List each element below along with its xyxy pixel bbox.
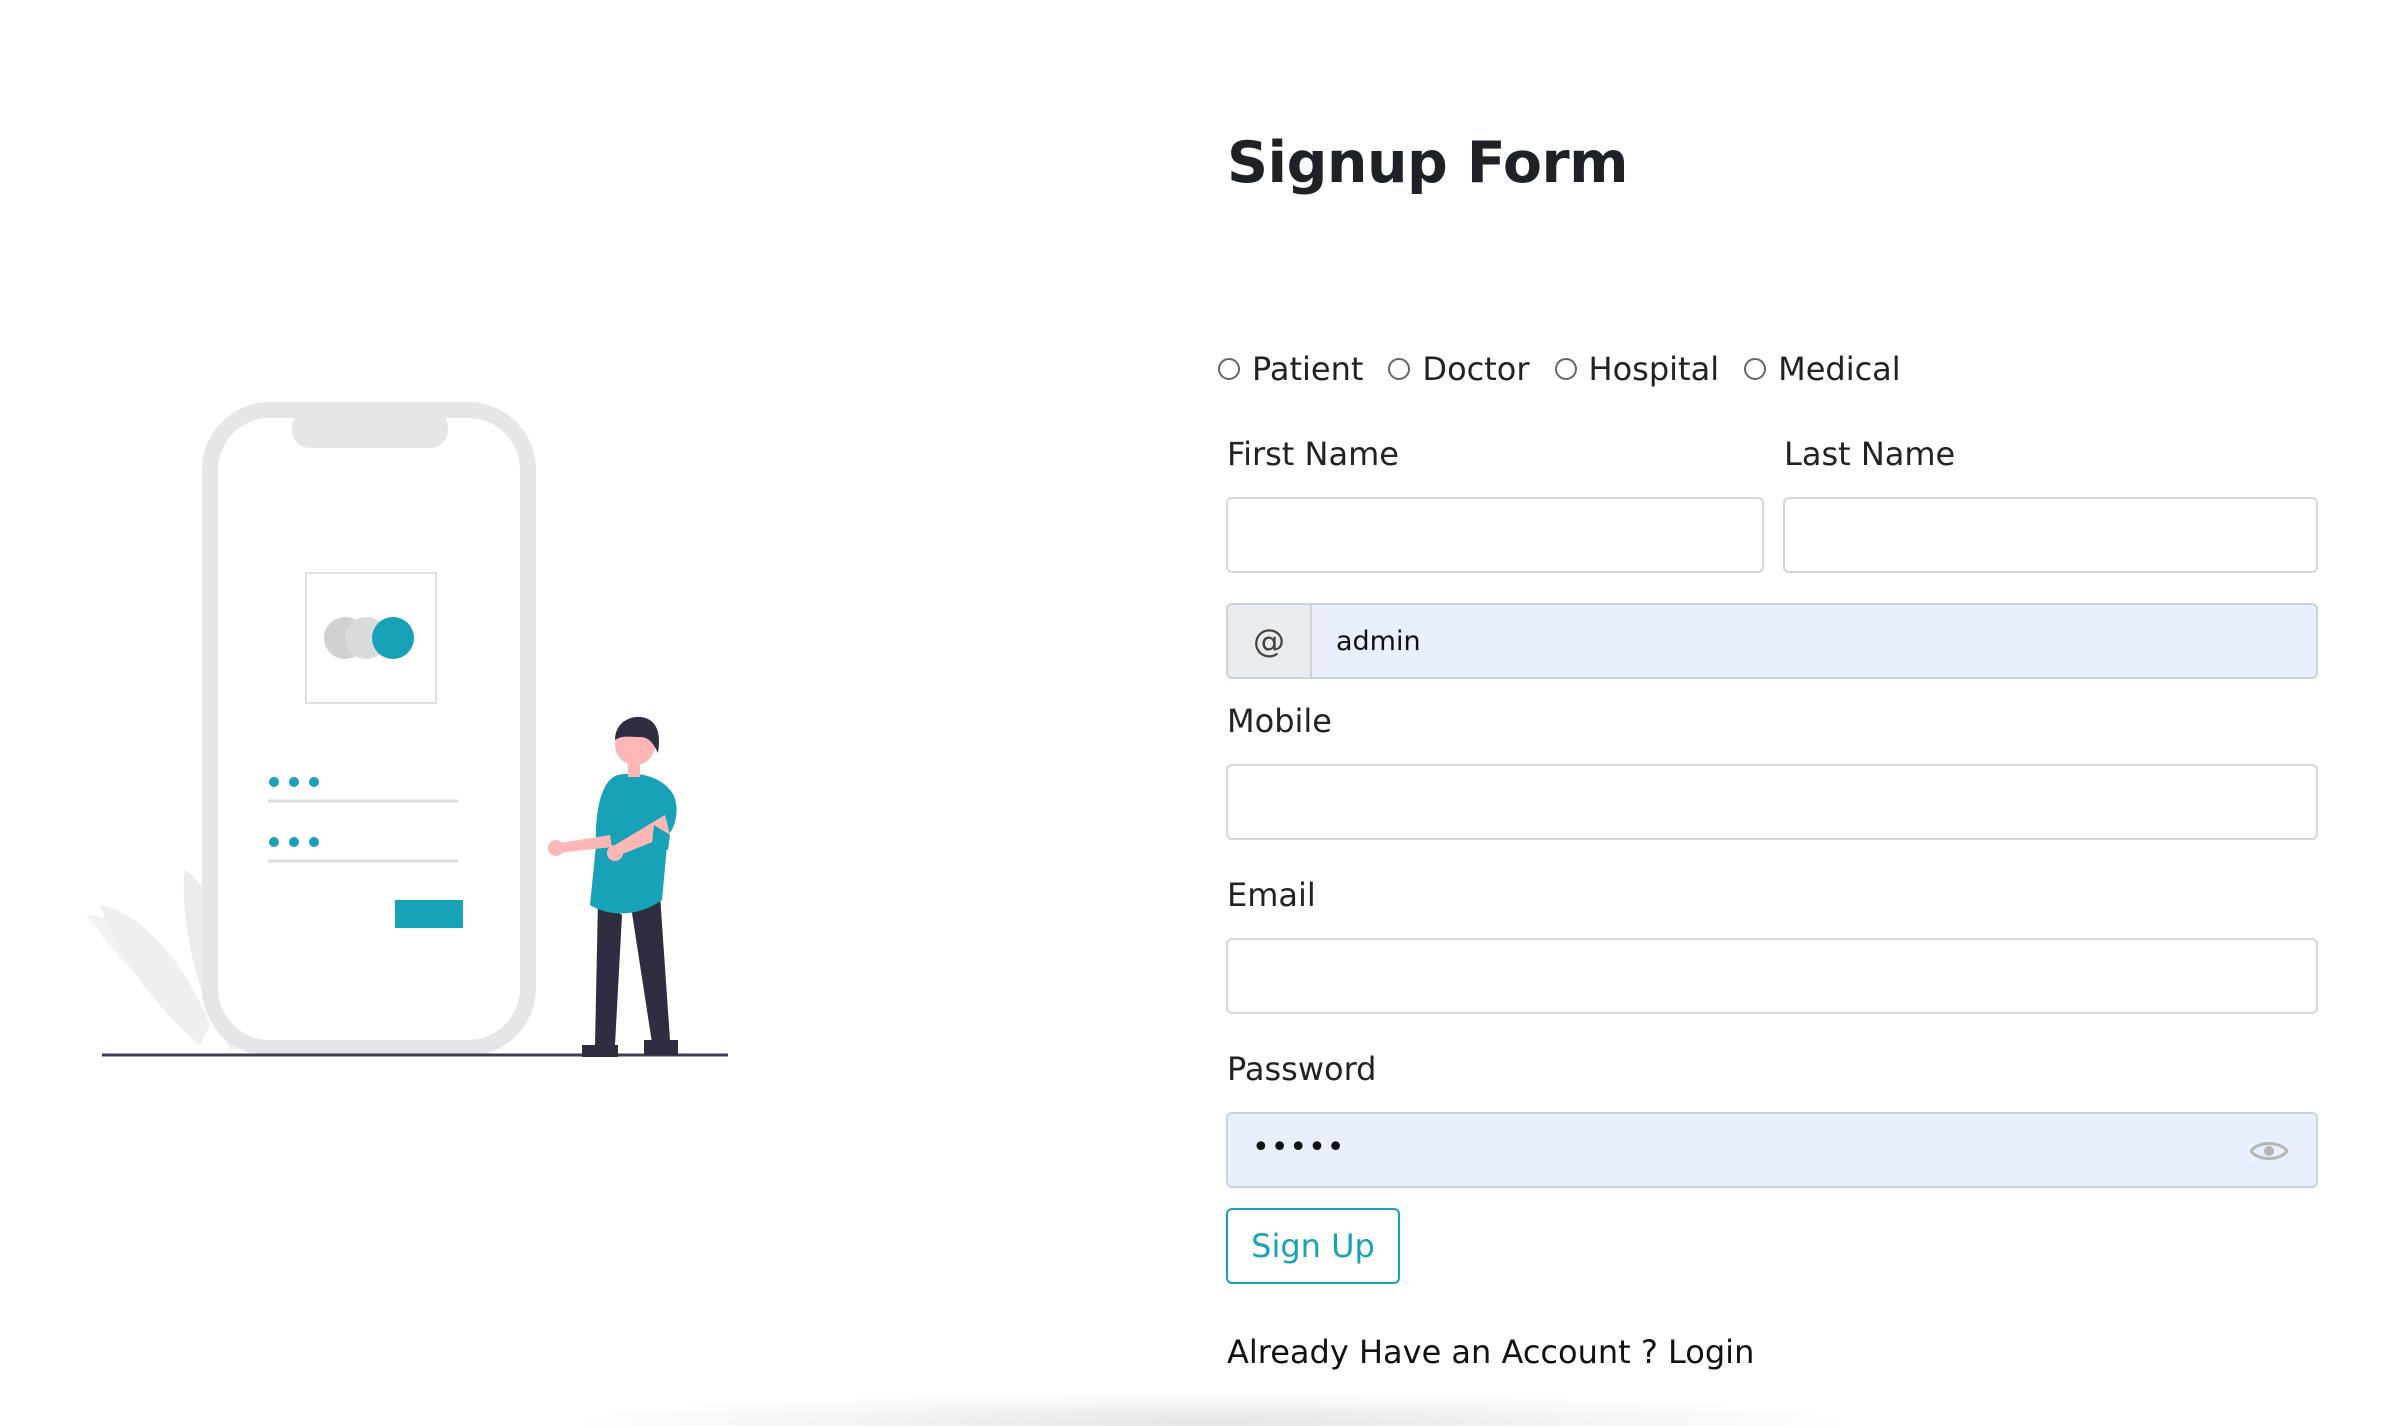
password-label: Password [1227, 1050, 1377, 1088]
radio-doctor[interactable] [1388, 358, 1411, 380]
mobile-label: Mobile [1227, 702, 1332, 740]
username-value: admin [1336, 625, 1421, 657]
role-label-medical: Medical [1778, 350, 1901, 388]
role-label-patient: Patient [1252, 350, 1364, 388]
signup-page: Signup Form Patient Doctor Hospital Medi… [0, 0, 2406, 1426]
mobile-input[interactable] [1226, 764, 2318, 840]
signup-illustration [70, 395, 740, 1065]
role-option-hospital[interactable]: Hospital [1554, 350, 1720, 388]
sign-up-button[interactable]: Sign Up [1226, 1208, 1400, 1284]
form-title: Signup Form [1227, 130, 1629, 196]
radio-hospital[interactable] [1554, 358, 1577, 380]
signup-form: Signup Form Patient Doctor Hospital Medi… [1218, 0, 2318, 1426]
password-value: ••••• [1252, 1130, 1346, 1165]
username-input[interactable]: admin [1310, 603, 2318, 679]
last-name-label: Last Name [1784, 435, 1956, 473]
eye-icon[interactable] [2250, 1138, 2288, 1164]
role-option-medical[interactable]: Medical [1744, 350, 1901, 388]
role-label-hospital: Hospital [1588, 350, 1720, 388]
role-option-patient[interactable]: Patient [1218, 350, 1363, 388]
phone-person-illustration [85, 402, 728, 1057]
email-input[interactable] [1226, 938, 2318, 1014]
password-input[interactable]: ••••• [1226, 1112, 2318, 1188]
login-link[interactable]: Already Have an Account ? Login [1227, 1333, 1754, 1371]
first-name-label: First Name [1227, 435, 1399, 473]
email-label: Email [1227, 876, 1316, 914]
last-name-input[interactable] [1783, 497, 2318, 573]
first-name-input[interactable] [1226, 497, 1764, 573]
role-label-doctor: Doctor [1422, 350, 1530, 388]
at-sign-addon: @ [1226, 603, 1310, 679]
username-input-group: @ admin [1226, 603, 2318, 679]
role-radio-group: Patient Doctor Hospital Medical [1218, 350, 1926, 388]
radio-medical[interactable] [1744, 358, 1767, 380]
role-option-doctor[interactable]: Doctor [1388, 350, 1530, 388]
radio-patient[interactable] [1218, 358, 1240, 380]
